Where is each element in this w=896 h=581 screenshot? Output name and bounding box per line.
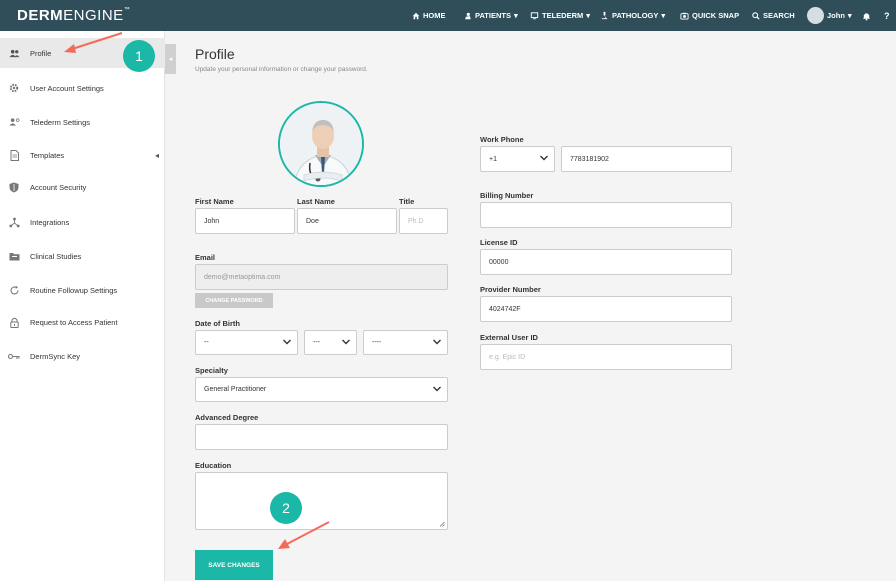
dob-year-select[interactable]: ---- bbox=[363, 330, 448, 355]
chevron-down-icon bbox=[540, 155, 548, 163]
search-icon bbox=[752, 11, 760, 20]
education-textarea[interactable] bbox=[195, 472, 448, 530]
home-icon bbox=[412, 12, 420, 19]
phone-country-code-select[interactable]: +1 bbox=[480, 146, 555, 172]
provider-number-input[interactable]: 4024742F bbox=[480, 296, 732, 322]
nav-pathology[interactable]: PATHOLOGY ▾ bbox=[600, 0, 665, 31]
external-user-id-label: External User ID bbox=[480, 333, 538, 342]
nav-quick-snap[interactable]: QUICK SNAP bbox=[680, 0, 739, 31]
license-id-input[interactable]: 00000 bbox=[480, 249, 732, 275]
nav-search[interactable]: SEARCH bbox=[752, 0, 795, 31]
nav-user-menu[interactable]: John ▾ bbox=[807, 0, 852, 31]
first-name-label: First Name bbox=[195, 197, 234, 206]
avatar bbox=[807, 7, 824, 24]
dob-label: Date of Birth bbox=[195, 319, 240, 328]
step-badge-1: 1 bbox=[123, 40, 155, 72]
first-name-input[interactable]: John bbox=[195, 208, 295, 234]
resize-handle-icon[interactable] bbox=[439, 521, 445, 527]
advanced-degree-input[interactable] bbox=[195, 424, 448, 450]
nav-patients[interactable]: PATIENTS ▾ bbox=[463, 0, 518, 31]
title-label: Title bbox=[399, 197, 415, 206]
sidebar-item-templates[interactable]: Templates ◂ bbox=[0, 140, 165, 170]
chevron-left-icon: ◂ bbox=[155, 150, 160, 160]
sidebar-item-integrations[interactable]: Integrations bbox=[0, 207, 165, 237]
nav-telederm[interactable]: TELEDERM ▾ bbox=[530, 0, 590, 31]
doctor-portrait-icon bbox=[280, 103, 362, 185]
work-phone-input[interactable]: 7783181902 bbox=[561, 146, 732, 172]
document-icon bbox=[8, 149, 20, 161]
page-subtitle: Update your personal information or chan… bbox=[195, 66, 368, 73]
sidebar-item-dermsync-key[interactable]: DermSync Key bbox=[0, 341, 165, 371]
lock-icon bbox=[8, 316, 20, 328]
chevron-down-icon bbox=[433, 339, 441, 346]
microscope-icon bbox=[601, 11, 608, 20]
bell-icon bbox=[862, 12, 871, 20]
refresh-icon bbox=[8, 284, 20, 296]
specialty-label: Specialty bbox=[195, 366, 228, 375]
profile-photo[interactable] bbox=[278, 101, 364, 187]
logo[interactable]: DERMENGINE™ bbox=[17, 7, 130, 24]
telederm-icon bbox=[530, 11, 539, 19]
chevron-left-icon: ◂ bbox=[168, 56, 173, 63]
notifications-button[interactable] bbox=[862, 0, 871, 31]
provider-number-label: Provider Number bbox=[480, 285, 541, 294]
change-password-button[interactable]: CHANGE PASSWORD bbox=[195, 293, 273, 308]
last-name-input[interactable]: Doe bbox=[297, 208, 397, 234]
settings-sidebar: Profile User Account Settings Telederm S… bbox=[0, 31, 165, 581]
step-badge-2: 2 bbox=[270, 492, 302, 524]
chevron-down-icon bbox=[283, 339, 291, 346]
advanced-degree-label: Advanced Degree bbox=[195, 413, 259, 422]
last-name-label: Last Name bbox=[297, 197, 335, 206]
dob-month-select[interactable]: --- bbox=[304, 330, 357, 355]
billing-number-input[interactable] bbox=[480, 202, 732, 228]
sidebar-item-account-security[interactable]: Account Security bbox=[0, 172, 165, 202]
dob-day-select[interactable]: -- bbox=[195, 330, 298, 355]
chevron-down-icon bbox=[342, 339, 350, 346]
specialty-select[interactable]: General Practitioner bbox=[195, 377, 448, 402]
work-phone-label: Work Phone bbox=[480, 135, 524, 144]
help-icon: ? bbox=[884, 10, 890, 21]
gear-icon bbox=[8, 82, 20, 94]
education-label: Education bbox=[195, 461, 232, 470]
key-icon bbox=[8, 350, 20, 362]
email-label: Email bbox=[195, 253, 216, 262]
save-changes-button[interactable]: SAVE CHANGES bbox=[195, 550, 273, 580]
billing-number-label: Billing Number bbox=[480, 191, 534, 200]
telederm-icon bbox=[8, 116, 20, 128]
folder-icon bbox=[8, 250, 20, 262]
camera-icon bbox=[680, 12, 689, 20]
sidebar-item-telederm-settings[interactable]: Telederm Settings bbox=[0, 107, 165, 137]
top-navbar: DERMENGINE™ HOME PATIENTS ▾ TELEDERM ▾ P… bbox=[0, 0, 896, 31]
chevron-down-icon: ▾ bbox=[847, 11, 852, 20]
patients-icon bbox=[465, 12, 471, 19]
sidebar-item-user-account-settings[interactable]: User Account Settings bbox=[0, 73, 165, 103]
title-input[interactable]: Ph.D bbox=[399, 208, 448, 234]
email-input: demo@metaoptima.com bbox=[195, 264, 448, 290]
help-button[interactable]: ? bbox=[884, 0, 890, 31]
chevron-down-icon bbox=[433, 386, 441, 393]
chevron-down-icon: ▾ bbox=[661, 11, 666, 20]
users-icon bbox=[8, 47, 20, 59]
chevron-down-icon: ▾ bbox=[586, 11, 591, 20]
sidebar-item-clinical-studies[interactable]: Clinical Studies bbox=[0, 241, 165, 271]
shield-icon bbox=[8, 181, 20, 193]
network-icon bbox=[8, 216, 20, 228]
sidebar-collapse-toggle[interactable]: ◂ bbox=[165, 44, 176, 74]
nav-home[interactable]: HOME bbox=[412, 0, 446, 31]
chevron-down-icon: ▾ bbox=[513, 11, 518, 20]
sidebar-item-request-access[interactable]: Request to Access Patient bbox=[0, 307, 165, 337]
license-id-label: License ID bbox=[480, 238, 518, 247]
sidebar-item-routine-followup[interactable]: Routine Followup Settings bbox=[0, 275, 165, 305]
page-title: Profile bbox=[195, 46, 235, 62]
external-user-id-input[interactable]: e.g. Epic ID bbox=[480, 344, 732, 370]
